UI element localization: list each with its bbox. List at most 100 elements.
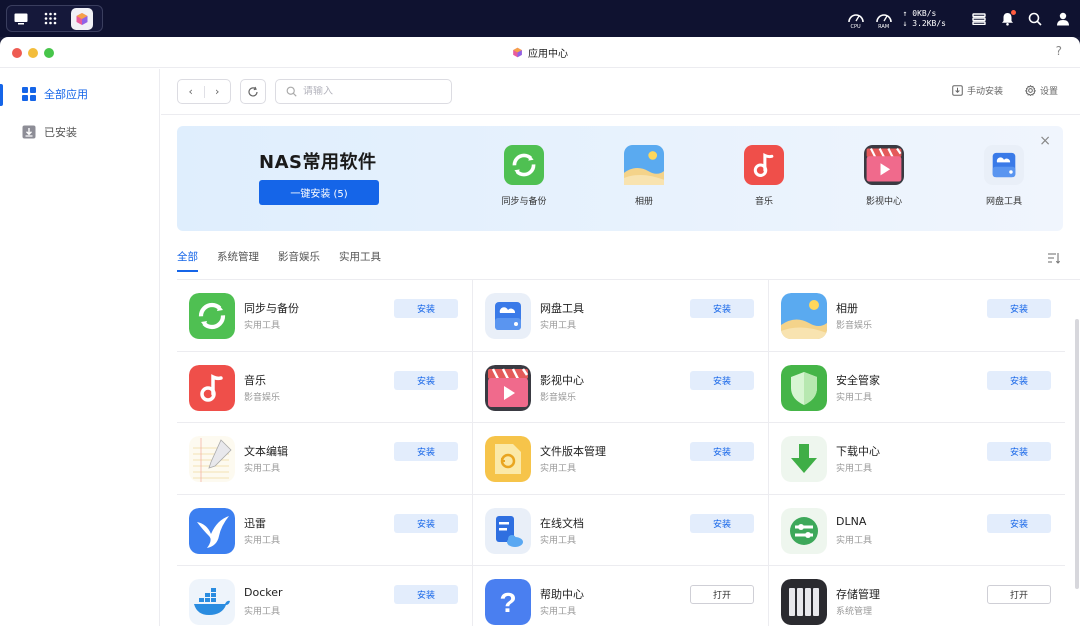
install-button[interactable]: 安装 [690, 299, 754, 318]
thunder-icon [189, 507, 235, 554]
app-item[interactable]: 存储管理 系统管理 打开 [769, 566, 1065, 626]
video-icon [864, 145, 904, 185]
app-item[interactable]: 网盘工具 实用工具 安装 [473, 280, 769, 352]
app-name: 文件版本管理 [540, 445, 606, 458]
open-button[interactable]: 打开 [690, 585, 754, 604]
sidebar-item-installed[interactable]: 已安装 [0, 113, 159, 151]
app-item[interactable]: 迅雷 实用工具 安装 [177, 494, 473, 566]
user-icon[interactable] [1054, 10, 1072, 28]
search-icon[interactable] [1026, 10, 1044, 28]
music-icon [189, 364, 235, 411]
text-editor-icon [189, 436, 235, 482]
install-button[interactable]: 安装 [394, 442, 458, 461]
cloud-drive-icon [984, 145, 1024, 185]
app-item[interactable]: 文本编辑 实用工具 安装 [177, 423, 473, 495]
scrollbar[interactable] [1075, 319, 1079, 589]
app-item[interactable]: 相册 影音娱乐 安装 [769, 280, 1065, 352]
app-item[interactable]: 下载中心 实用工具 安装 [769, 423, 1065, 495]
launcher-grid-icon[interactable] [42, 11, 58, 27]
system-bar: CPU RAM ↑ 0KB/s ↓ 3.2KB/s [0, 0, 1080, 37]
app-center-dock-icon[interactable] [71, 7, 93, 30]
app-name: 下载中心 [836, 445, 880, 458]
banner-app-music[interactable]: 音乐 [729, 145, 799, 207]
forward-button[interactable]: › [205, 85, 231, 98]
app-name: 同步与备份 [244, 302, 299, 315]
nav-buttons: ‹ › [177, 79, 231, 104]
app-category: 实用工具 [836, 464, 873, 474]
app-category: 实用工具 [244, 535, 281, 546]
bell-icon[interactable] [998, 9, 1016, 28]
search-input[interactable] [303, 86, 443, 97]
app-item[interactable]: ? 帮助中心 实用工具 打开 [473, 566, 769, 626]
sort-icon[interactable] [1047, 249, 1061, 268]
banner-app-label: 影视中心 [865, 197, 902, 207]
cloud-drive-icon [485, 293, 531, 339]
task-list-icon[interactable] [970, 10, 988, 28]
app-category: 影音娱乐 [244, 392, 281, 403]
app-category: 影音娱乐 [836, 321, 873, 331]
grid-icon [22, 87, 36, 101]
banner-app-label: 音乐 [754, 197, 773, 207]
file-version-icon [485, 436, 531, 482]
install-button[interactable]: 安装 [987, 513, 1051, 533]
app-item[interactable]: 文件版本管理 实用工具 安装 [473, 423, 769, 495]
help-icon[interactable]: ? [1056, 44, 1062, 58]
app-name: 影视中心 [540, 373, 584, 387]
install-button[interactable]: 安装 [690, 370, 754, 390]
install-button[interactable]: 安装 [394, 585, 458, 604]
notification-dot [1011, 9, 1016, 15]
install-button[interactable]: 安装 [394, 370, 458, 390]
app-item[interactable]: 影视中心 影音娱乐 安装 [473, 351, 769, 423]
banner-app-sync[interactable]: 同步与备份 [489, 145, 559, 207]
install-button[interactable]: 安装 [690, 513, 754, 533]
sidebar-item-all-apps[interactable]: 全部应用 [0, 75, 159, 113]
app-category: 实用工具 [540, 535, 577, 546]
app-center-icon [513, 47, 522, 58]
app-name: 网盘工具 [540, 302, 584, 315]
app-item[interactable]: 音乐 影音娱乐 安装 [177, 351, 473, 423]
one-click-install-button[interactable]: 一键安装 (5) [259, 180, 379, 205]
install-button[interactable]: 安装 [987, 299, 1051, 318]
upload-speed: ↑ 0KB/s [902, 8, 937, 18]
app-item[interactable]: 安全管家 实用工具 安装 [769, 352, 1065, 423]
toolbar: ‹ › 手动安装 设置 [161, 69, 1080, 115]
tab-3[interactable]: 实用工具 [339, 241, 381, 275]
install-button[interactable]: 安装 [394, 299, 458, 318]
banner-app-cloud-drive[interactable]: 网盘工具 [969, 145, 1039, 207]
cpu-gauge-icon[interactable]: CPU [847, 9, 865, 30]
banner-app-video[interactable]: 影视中心 [849, 145, 919, 207]
app-category: 系统管理 [836, 607, 873, 617]
app-grid: 同步与备份 实用工具 安装 网盘工具 实用工具 安装 相册 影音娱乐 安装 音乐… [177, 280, 1079, 626]
install-button[interactable]: 安装 [987, 442, 1051, 461]
tab-2[interactable]: 影音娱乐 [278, 241, 320, 275]
open-button[interactable]: 打开 [987, 585, 1051, 604]
app-item[interactable]: Docker 实用工具 安装 [177, 566, 473, 626]
main-panel: ‹ › 手动安装 设置 [161, 69, 1080, 626]
banner-app-photos[interactable]: 相册 [609, 145, 679, 207]
dlna-icon [781, 507, 827, 554]
back-button[interactable]: ‹ [178, 85, 204, 98]
settings-button[interactable]: 设置 [1024, 84, 1058, 97]
window-title: 应用中心 [0, 45, 1080, 60]
banner-close-icon[interactable]: × [1039, 133, 1051, 149]
app-item[interactable]: DLNA 实用工具 安装 [769, 495, 1065, 566]
help-icon: ? [485, 579, 531, 625]
manual-install-button[interactable]: 手动安装 [952, 84, 1003, 97]
ram-gauge-icon[interactable]: RAM [875, 9, 893, 30]
app-category: 实用工具 [836, 535, 873, 546]
install-button[interactable]: 安装 [987, 370, 1051, 390]
toolbar-actions: 手动安装 设置 [952, 84, 1058, 97]
svg-text:?: ? [499, 587, 516, 618]
music-icon [744, 145, 784, 185]
refresh-button[interactable] [240, 79, 266, 104]
app-item[interactable]: 同步与备份 实用工具 安装 [177, 280, 473, 352]
settings-label: 设置 [1039, 87, 1058, 97]
dock [6, 5, 103, 32]
app-name: 存储管理 [836, 588, 880, 601]
desktop-icon[interactable] [13, 11, 29, 27]
app-item[interactable]: 在线文档 实用工具 安装 [473, 494, 769, 566]
tab-0[interactable]: 全部 [177, 241, 198, 275]
tab-1[interactable]: 系统管理 [217, 241, 259, 275]
install-button[interactable]: 安装 [394, 513, 458, 533]
install-button[interactable]: 安装 [690, 442, 754, 461]
